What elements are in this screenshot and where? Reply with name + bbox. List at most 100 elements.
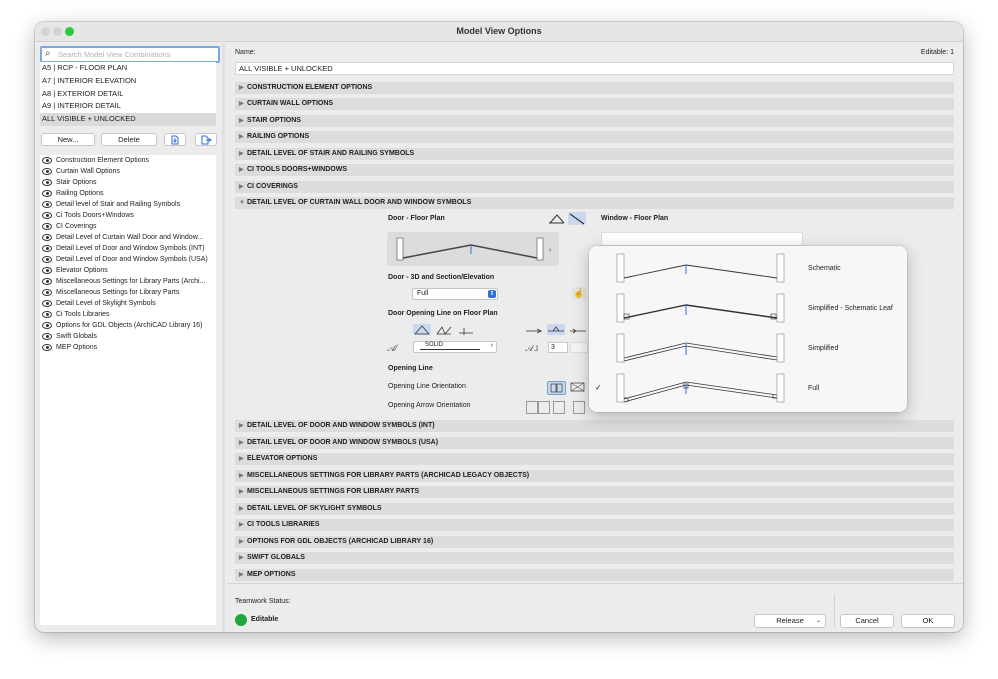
visibility-item-label: Miscellaneous Settings for Library Parts… <box>56 278 206 285</box>
visibility-item[interactable]: Ci Tools Doors+Windows <box>40 210 216 221</box>
arrow-style-3-option-icon[interactable] <box>569 324 587 335</box>
section-curtain-wall-options[interactable]: ▶ CURTAIN WALL OPTIONS <box>235 98 954 110</box>
section-railing-options[interactable]: ▶ RAILING OPTIONS <box>235 131 954 143</box>
eye-icon[interactable] <box>42 278 52 285</box>
orientation-option-1-icon[interactable] <box>547 381 566 395</box>
eye-icon[interactable] <box>42 179 52 186</box>
cancel-button[interactable]: Cancel <box>840 614 894 628</box>
arrow-orientation-1-icon[interactable] <box>526 401 538 414</box>
eye-icon[interactable] <box>42 201 52 208</box>
menu-item-simplified-schematic-leaf[interactable]: Simplified - Schematic Leaf <box>589 288 907 328</box>
opening-line-none-option-icon[interactable] <box>457 324 475 336</box>
arrow-style-2-option-icon[interactable] <box>547 324 565 335</box>
combination-item[interactable]: A8 | EXTERIOR DETAIL <box>40 88 216 101</box>
combination-item[interactable]: A5 | RCP - FLOOR PLAN <box>40 62 216 75</box>
opening-line-half-option-icon[interactable] <box>435 324 453 335</box>
new-combination-button[interactable]: New... <box>41 133 95 146</box>
section-misc-settings[interactable]: ▶ MISCELLANEOUS SETTINGS FOR LIBRARY PART… <box>235 486 954 498</box>
window-floor-plan-preview-select[interactable] <box>601 232 803 246</box>
eye-icon[interactable] <box>42 212 52 219</box>
import-icon[interactable] <box>164 133 186 146</box>
visibility-item[interactable]: Detail Level of Curtain Wall Door and Wi… <box>40 232 216 243</box>
section-ci-coverings[interactable]: ▶ CI COVERINGS <box>235 181 954 193</box>
section-curtain-wall-door-window-symbols[interactable]: ▼ DETAIL LEVEL OF CURTAIN WALL DOOR AND W… <box>235 197 954 209</box>
section-stair-options[interactable]: ▶ STAIR OPTIONS <box>235 115 954 127</box>
menu-item-schematic[interactable]: Schematic <box>589 248 907 288</box>
visibility-item[interactable]: Detail Level of Skylight Symbols <box>40 298 216 309</box>
pen-color-swatch[interactable] <box>570 342 588 353</box>
split-divider[interactable] <box>222 41 225 632</box>
arrow-orientation-3-icon[interactable] <box>553 401 565 414</box>
release-button[interactable]: Release ⌄ <box>754 614 826 628</box>
section-swift-globals[interactable]: ▶ SWIFT GLOBALS <box>235 552 954 564</box>
section-door-window-symbols-int[interactable]: ▶ DETAIL LEVEL OF DOOR AND WINDOW SYMBOLS… <box>235 420 954 432</box>
disclosure-triangle-icon: ▶ <box>239 134 244 140</box>
combination-item-selected[interactable]: ALL VISIBLE + UNLOCKED <box>40 113 216 126</box>
visibility-item[interactable]: Miscellaneous Settings for Library Parts… <box>40 276 216 287</box>
name-field[interactable]: ALL VISIBLE + UNLOCKED <box>235 62 954 75</box>
eye-icon[interactable] <box>42 234 52 241</box>
eye-icon[interactable] <box>42 245 52 252</box>
visibility-item[interactable]: Detail level of Stair and Railing Symbol… <box>40 199 216 210</box>
door-symbol-line-option-icon[interactable] <box>568 212 586 225</box>
door-3d-select[interactable]: Full ⇕ <box>412 288 498 300</box>
visibility-item[interactable]: Curtain Wall Options <box>40 166 216 177</box>
visibility-item[interactable]: CI Coverings <box>40 221 216 232</box>
eye-icon[interactable] <box>42 311 52 318</box>
opening-line-both-option-icon[interactable] <box>413 324 431 335</box>
visibility-item-label: Options for GDL Objects (ArchiCAD Librar… <box>56 322 203 329</box>
menu-item-full-selected[interactable]: ✓ Full <box>589 368 907 408</box>
visibility-item[interactable]: Swift Globals <box>40 331 216 342</box>
line-type-select[interactable]: SOLID › <box>413 341 497 353</box>
eye-icon[interactable] <box>42 344 52 351</box>
simplified-preview-glyph <box>616 333 785 363</box>
visibility-item[interactable]: Stair Options <box>40 177 216 188</box>
ok-button[interactable]: OK <box>901 614 955 628</box>
section-ci-tools-libraries[interactable]: ▶ CI TOOLS LIBRARIES <box>235 519 954 531</box>
section-label: CI TOOLS DOORS+WINDOWS <box>247 166 348 173</box>
arrow-orientation-4-icon[interactable] <box>573 401 585 414</box>
eye-icon[interactable] <box>42 168 52 175</box>
door-floor-plan-preview-select[interactable]: › <box>387 232 559 266</box>
section-skylight-symbols[interactable]: ▶ DETAIL LEVEL OF SKYLIGHT SYMBOLS <box>235 503 954 515</box>
section-door-window-symbols-usa[interactable]: ▶ DETAIL LEVEL OF DOOR AND WINDOW SYMBOLS… <box>235 437 954 449</box>
search-input[interactable]: ⌕ Search Model View Combinations <box>40 46 220 63</box>
visibility-item[interactable]: Miscellaneous Settings for Library Parts <box>40 287 216 298</box>
section-label: ELEVATOR OPTIONS <box>247 455 318 462</box>
eye-icon[interactable] <box>42 157 52 164</box>
visibility-item[interactable]: MEP Options <box>40 342 216 353</box>
eye-icon[interactable] <box>42 256 52 263</box>
eye-icon[interactable] <box>42 223 52 230</box>
arrow-style-1-option-icon[interactable] <box>525 324 543 335</box>
visibility-item[interactable]: Elevator Options <box>40 265 216 276</box>
arrow-orientation-2-icon[interactable] <box>538 401 550 414</box>
visibility-item[interactable]: Construction Element Options <box>40 155 216 166</box>
section-stair-railing-symbols[interactable]: ▶ DETAIL LEVEL OF STAIR AND RAILING SYMBO… <box>235 148 954 160</box>
section-construction-element-options[interactable]: ▶ CONSTRUCTION ELEMENT OPTIONS <box>235 82 954 94</box>
delete-combination-button[interactable]: Delete <box>101 133 157 146</box>
door-symbol-2d-option-icon[interactable] <box>548 212 565 225</box>
eye-icon[interactable] <box>42 300 52 307</box>
orientation-option-2-icon[interactable] <box>569 381 586 393</box>
eye-icon[interactable] <box>42 267 52 274</box>
pen-number-input[interactable]: 3 <box>548 342 568 353</box>
section-ci-tools-doors-windows[interactable]: ▶ CI TOOLS DOORS+WINDOWS <box>235 164 954 176</box>
visibility-item[interactable]: Detail Level of Door and Window Symbols … <box>40 254 216 265</box>
section-misc-settings-legacy[interactable]: ▶ MISCELLANEOUS SETTINGS FOR LIBRARY PART… <box>235 470 954 482</box>
eye-icon[interactable] <box>42 333 52 340</box>
pointer-hand-icon[interactable]: ☝ <box>572 287 586 299</box>
section-gdl-objects[interactable]: ▶ OPTIONS FOR GDL OBJECTS (ARCHICAD LIBRA… <box>235 536 954 548</box>
visibility-item[interactable]: Detail Level of Door and Window Symbols … <box>40 243 216 254</box>
combination-item[interactable]: A7 | INTERIOR ELEVATION <box>40 75 216 88</box>
visibility-item[interactable]: Options for GDL Objects (ArchiCAD Librar… <box>40 320 216 331</box>
section-mep-options[interactable]: ▶ MEP OPTIONS <box>235 569 954 581</box>
menu-item-simplified[interactable]: Simplified <box>589 328 907 368</box>
export-icon[interactable] <box>195 133 217 146</box>
visibility-item[interactable]: Railing Options <box>40 188 216 199</box>
eye-icon[interactable] <box>42 322 52 329</box>
visibility-item[interactable]: Ci Tools Libraries <box>40 309 216 320</box>
eye-icon[interactable] <box>42 289 52 296</box>
combination-item[interactable]: A9 | INTERIOR DETAIL <box>40 100 216 113</box>
eye-icon[interactable] <box>42 190 52 197</box>
section-elevator-options[interactable]: ▶ ELEVATOR OPTIONS <box>235 453 954 465</box>
